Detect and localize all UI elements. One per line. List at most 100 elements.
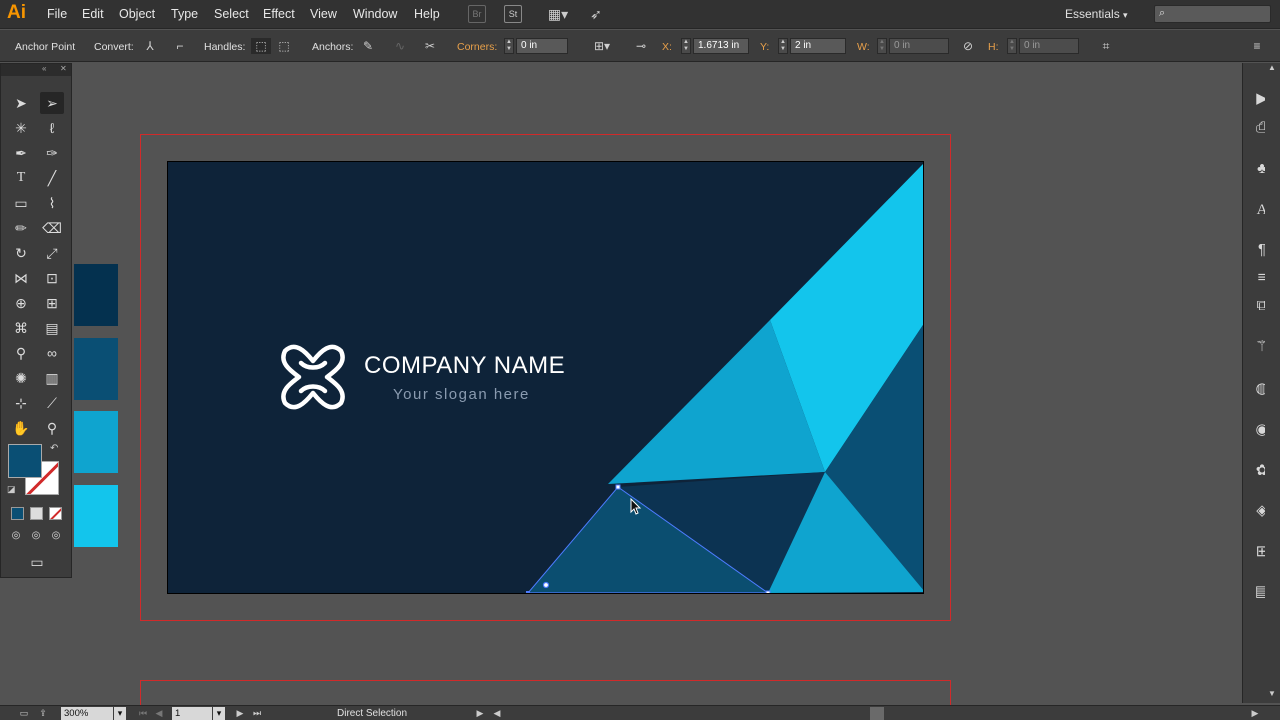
draw-normal-icon[interactable]: ◎ [6, 525, 26, 547]
menu-object[interactable]: Object [119, 7, 155, 21]
isolate-icon[interactable]: ⌗ [1098, 38, 1114, 54]
magic-wand-tool-icon[interactable]: ✳ [9, 117, 33, 139]
rotate-tool-icon[interactable]: ↻ [9, 242, 33, 264]
screen-mode-icon[interactable]: ▭ [25, 551, 49, 573]
color-mode-icon[interactable] [11, 507, 24, 520]
horizontal-scroll-thumb[interactable] [870, 707, 884, 720]
column-graph-tool-icon[interactable]: ▥ [40, 367, 64, 389]
corners-stepper[interactable]: ▲ ▼ [504, 38, 514, 54]
menu-file[interactable]: File [47, 7, 67, 21]
status-tool-name[interactable]: Direct Selection [337, 708, 407, 719]
gradient-tool-icon[interactable]: ▤ [40, 317, 64, 339]
artboard-tool-icon[interactable]: ⊹ [9, 392, 33, 414]
symbol-sprayer-tool-icon[interactable]: ✺ [9, 367, 33, 389]
curvature-tool-icon[interactable]: ✑ [40, 142, 64, 164]
corners-input[interactable]: 0 in [516, 38, 568, 54]
scale-tool-icon[interactable]: ⤢ [40, 242, 64, 264]
shape-builder-tool-icon[interactable]: ⊕ [9, 292, 33, 314]
draw-behind-icon[interactable]: ◎ [26, 525, 46, 547]
anchor-point-top[interactable] [615, 484, 621, 490]
hide-handles-icon[interactable]: ⬚ [276, 38, 292, 54]
y-stepper[interactable]: ▲ ▼ [778, 38, 788, 54]
color-swatch-4[interactable] [74, 485, 118, 547]
eyedropper-tool-icon[interactable]: ⚲ [9, 342, 33, 364]
slogan-text[interactable]: Your slogan here [393, 386, 530, 403]
document-icon[interactable]: ▭ [18, 706, 30, 720]
pencil-tool-icon[interactable]: ✏ [9, 217, 33, 239]
vertical-scrollbar[interactable]: ▲ ▼ [1265, 63, 1280, 703]
scroll-down-icon[interactable]: ▼ [1268, 689, 1276, 698]
arrange-documents-icon[interactable]: ▦▾ [544, 5, 572, 23]
paintbrush-tool-icon[interactable]: ⌇ [40, 192, 64, 214]
selection-tool-icon[interactable]: ➤ [9, 92, 33, 114]
menu-edit[interactable]: Edit [82, 7, 104, 21]
line-tool-icon[interactable]: ╱ [40, 167, 64, 189]
collapse-icon[interactable]: « [42, 64, 46, 73]
draw-inside-icon[interactable]: ◎ [46, 525, 66, 547]
share-icon[interactable]: ⇪ [37, 706, 49, 720]
last-artboard-icon[interactable]: ⏭ [251, 706, 263, 720]
menu-select[interactable]: Select [214, 7, 249, 21]
transform-reference-icon[interactable]: ⊞▾ [590, 38, 614, 54]
zoom-tool-icon[interactable]: ⚲ [40, 417, 64, 439]
constrain-proportions-icon[interactable]: ⊘ [960, 38, 976, 54]
scroll-right-icon[interactable]: ▶ [1249, 706, 1261, 720]
color-swatch-3[interactable] [74, 411, 118, 473]
eraser-tool-icon[interactable]: ⌫ [40, 217, 64, 239]
slice-tool-icon[interactable]: ⟋ [40, 392, 64, 414]
blend-tool-icon[interactable]: ∞ [40, 342, 64, 364]
convert-corner-icon[interactable]: ⅄ [142, 38, 158, 54]
convert-smooth-icon[interactable]: ⌐ [172, 38, 188, 54]
swap-fill-stroke-icon[interactable]: ↶ [50, 443, 58, 454]
none-mode-icon[interactable] [49, 507, 62, 520]
status-menu-icon[interactable]: ▶ [474, 706, 486, 720]
lasso-tool-icon[interactable]: ℓ [40, 117, 64, 139]
menu-effect[interactable]: Effect [263, 7, 295, 21]
stock-icon[interactable]: St [504, 5, 522, 23]
color-swatch-2[interactable] [74, 338, 118, 400]
rectangle-tool-icon[interactable]: ▭ [9, 192, 33, 214]
remove-anchor-icon[interactable]: ✎ [360, 38, 376, 54]
bridge-icon[interactable]: Br [468, 5, 486, 23]
corners-label[interactable]: Corners: [457, 41, 497, 53]
perspective-grid-tool-icon[interactable]: ⊞ [40, 292, 64, 314]
zoom-field[interactable]: 300% [61, 707, 113, 720]
workspace-switcher[interactable]: Essentials ▾ [1065, 7, 1128, 21]
type-tool-icon[interactable]: T [9, 167, 33, 189]
menu-window[interactable]: Window [353, 7, 397, 21]
mesh-tool-icon[interactable]: ⌘ [9, 317, 33, 339]
gradient-mode-icon[interactable] [30, 507, 43, 520]
menu-type[interactable]: Type [171, 7, 198, 21]
scroll-left-icon[interactable]: ◀ [491, 706, 503, 720]
x-input[interactable]: 1.6713 in [693, 38, 749, 54]
scroll-up-icon[interactable]: ▲ [1268, 63, 1276, 72]
close-icon[interactable]: ✕ [60, 64, 67, 73]
y-input[interactable]: 2 in [790, 38, 846, 54]
width-tool-icon[interactable]: ⋈ [9, 267, 33, 289]
artboard-number-field[interactable]: 1 [172, 707, 212, 720]
panel-menu-icon[interactable]: ≡ [1249, 38, 1265, 54]
pen-tool-icon[interactable]: ✒ [9, 142, 33, 164]
hand-tool-icon[interactable]: ✋ [9, 417, 33, 439]
x-stepper[interactable]: ▲ ▼ [681, 38, 691, 54]
live-corner-widget[interactable] [542, 581, 550, 589]
gpu-rocket-icon[interactable]: ➶ [587, 5, 605, 23]
direct-selection-tool-icon[interactable]: ➢ [40, 92, 64, 114]
align-icon[interactable]: ⊸ [630, 38, 652, 54]
company-name-text[interactable]: COMPANY NAME [364, 352, 565, 380]
anchor-point-right[interactable] [765, 590, 771, 594]
next-artboard-icon[interactable]: ▶ [234, 706, 246, 720]
tools-panel-header[interactable]: « ✕ [1, 64, 71, 76]
business-card-artboard[interactable]: COMPANY NAME Your slogan here [167, 161, 924, 594]
fill-swatch[interactable] [8, 444, 42, 478]
search-input[interactable]: ⌕ [1154, 5, 1271, 23]
show-handles-icon[interactable]: ⬚ [251, 38, 271, 54]
menu-help[interactable]: Help [414, 7, 440, 21]
free-transform-tool-icon[interactable]: ⊡ [40, 267, 64, 289]
cut-path-icon[interactable]: ✂ [422, 38, 438, 54]
zoom-dropdown-icon[interactable]: ▾ [114, 707, 126, 720]
color-swatch-1[interactable] [74, 264, 118, 326]
menu-view[interactable]: View [310, 7, 337, 21]
anchor-point-left[interactable] [526, 591, 530, 594]
default-fill-stroke-icon[interactable]: ◪ [7, 484, 16, 495]
